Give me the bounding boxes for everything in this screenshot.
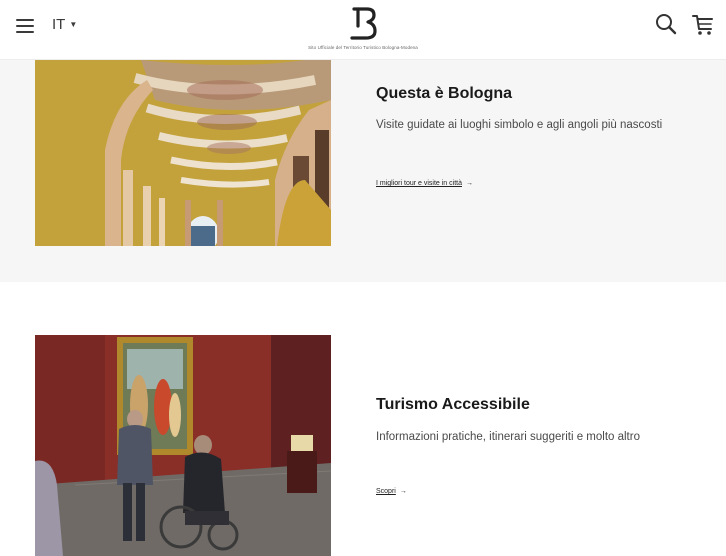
language-label: IT xyxy=(52,16,66,33)
cart-icon[interactable] xyxy=(690,12,716,38)
discover-link-label: Scopri xyxy=(376,488,396,495)
tour-link[interactable]: I migliori tour e visite in città → xyxy=(376,180,473,187)
site-logo[interactable] xyxy=(349,6,379,40)
hamburger-menu-icon[interactable] xyxy=(16,19,34,35)
porticoes-image xyxy=(35,60,331,246)
page: IT ▼ Sito Ufficiale del Territorio Turis… xyxy=(0,0,726,556)
site-header: IT ▼ Sito Ufficiale del Territorio Turis… xyxy=(0,0,726,60)
arrow-right-icon: → xyxy=(465,180,473,187)
site-tagline: Sito Ufficiale del Territorio Turistico … xyxy=(308,45,418,50)
museum-image xyxy=(35,335,331,556)
arrow-right-icon: → xyxy=(399,488,407,495)
tour-link-label: I migliori tour e visite in città xyxy=(376,180,462,187)
card-title-accessibile: Turismo Accessibile xyxy=(376,396,530,413)
discover-link[interactable]: Scopri → xyxy=(376,488,407,495)
card-description-bologna: Visite guidate ai luoghi simbolo e agli … xyxy=(376,119,663,131)
chevron-down-icon: ▼ xyxy=(69,19,78,29)
language-selector[interactable]: IT ▼ xyxy=(52,16,77,33)
search-icon[interactable] xyxy=(654,12,678,36)
card-description-accessibile: Informazioni pratiche, itinerari suggeri… xyxy=(376,431,640,443)
card-title-bologna: Questa è Bologna xyxy=(376,85,513,102)
